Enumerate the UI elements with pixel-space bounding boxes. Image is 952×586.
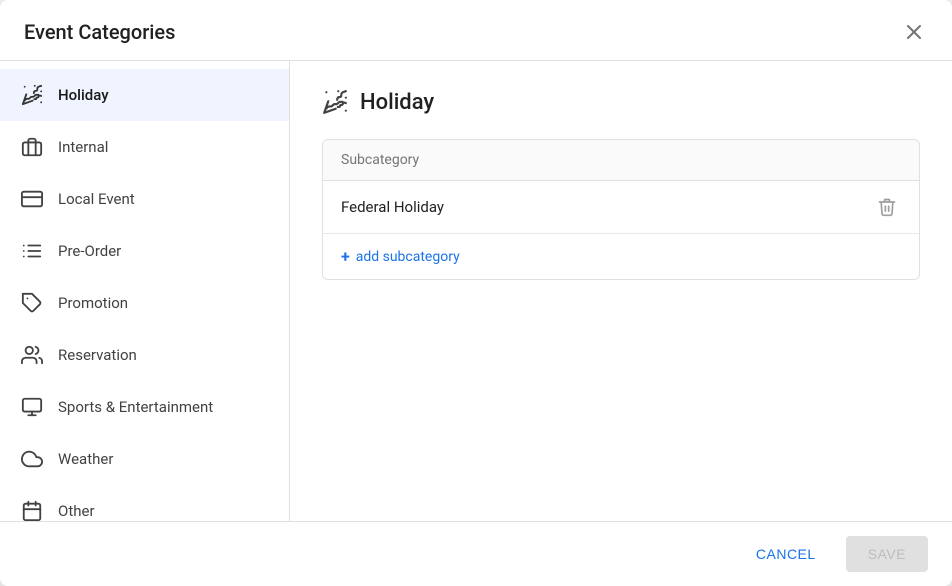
sidebar-item-local-event-label: Local Event [58,190,135,208]
dialog-title: Event Categories [24,20,175,44]
sidebar-item-weather-label: Weather [58,450,113,468]
event-categories-dialog: Event Categories [0,0,952,586]
add-icon: + [341,247,350,266]
add-subcategory-row[interactable]: + add subcategory [323,234,919,279]
panel-title: Holiday [360,90,434,115]
reservation-icon [20,343,44,367]
sidebar-item-holiday[interactable]: Holiday [0,69,289,121]
dialog-header: Event Categories [0,0,952,61]
dialog-body: Holiday Internal [0,61,952,521]
panel-header: Holiday [322,89,920,115]
main-panel: Holiday Subcategory Federal Holiday [290,61,952,521]
subcategory-section-label: Subcategory [323,140,919,181]
sidebar-item-sports-entertainment[interactable]: Sports & Entertainment [0,381,289,433]
sidebar-item-reservation[interactable]: Reservation [0,329,289,381]
sidebar-item-holiday-label: Holiday [58,86,109,104]
subcategory-section: Subcategory Federal Holiday [322,139,920,280]
sidebar-item-other[interactable]: Other [0,485,289,521]
sidebar-item-internal[interactable]: Internal [0,121,289,173]
promotion-icon [20,291,44,315]
close-icon [904,22,924,42]
sidebar: Holiday Internal [0,61,290,521]
sidebar-item-local-event[interactable]: Local Event [0,173,289,225]
internal-icon [20,135,44,159]
trash-icon [877,197,897,217]
sidebar-item-pre-order-label: Pre-Order [58,242,121,260]
sidebar-item-pre-order[interactable]: Pre-Order [0,225,289,277]
sidebar-item-weather[interactable]: Weather [0,433,289,485]
sidebar-item-promotion-label: Promotion [58,294,128,312]
pre-order-icon [20,239,44,263]
party-icon [20,83,44,107]
delete-subcategory-button[interactable] [873,195,901,219]
local-event-icon [20,187,44,211]
sidebar-item-sports-entertainment-label: Sports & Entertainment [58,398,213,416]
sidebar-item-promotion[interactable]: Promotion [0,277,289,329]
save-button[interactable]: SAVE [846,536,928,572]
dialog-footer: CANCEL SAVE [0,521,952,586]
other-icon [20,499,44,521]
add-subcategory-label: add subcategory [356,249,460,265]
close-button[interactable] [900,18,928,46]
subcategory-name: Federal Holiday [341,198,444,216]
subcategory-row: Federal Holiday [323,181,919,234]
panel-holiday-icon [322,89,348,115]
sidebar-item-reservation-label: Reservation [58,346,137,364]
sidebar-item-internal-label: Internal [58,138,108,156]
weather-icon [20,447,44,471]
sports-icon [20,395,44,419]
cancel-button[interactable]: CANCEL [738,536,834,572]
sidebar-item-other-label: Other [58,502,95,520]
